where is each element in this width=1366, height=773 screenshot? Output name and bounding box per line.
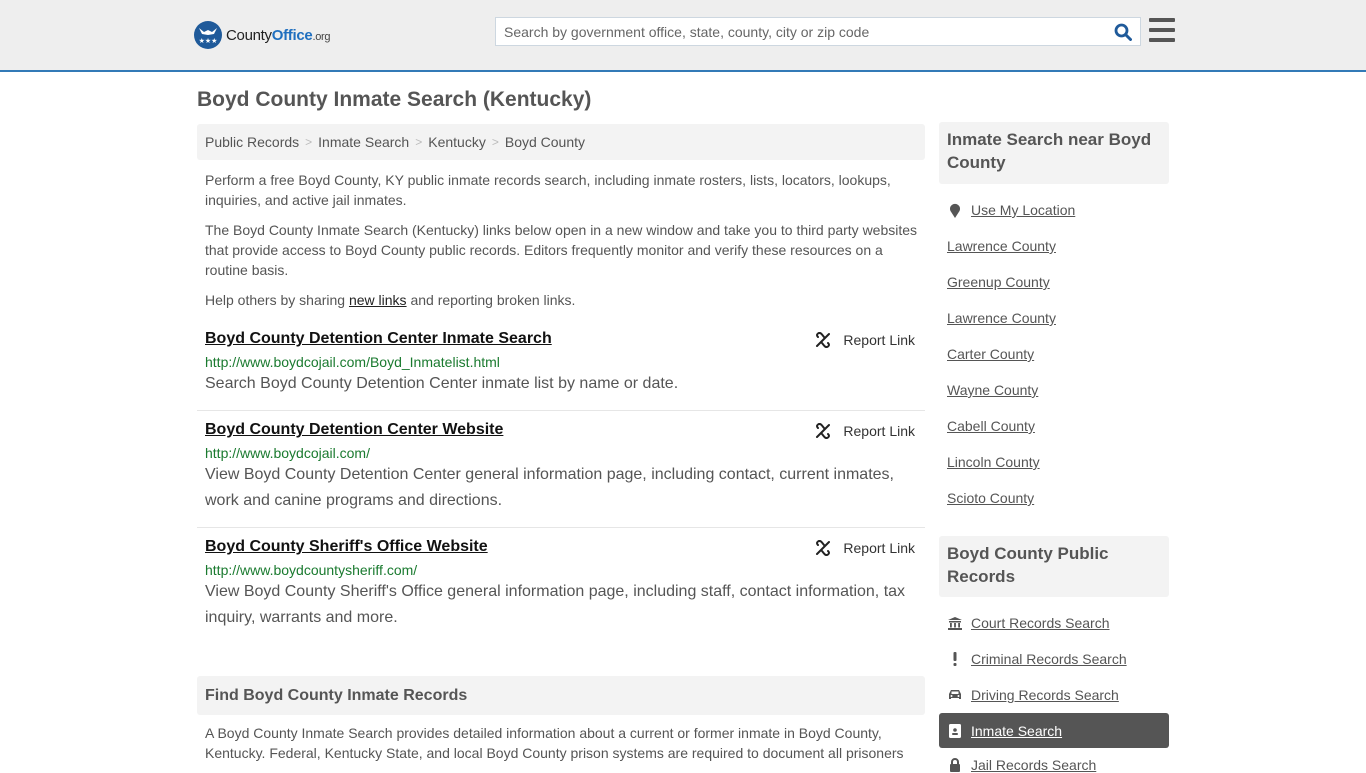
result-title-link[interactable]: Boyd County Sheriff's Office Website [205, 538, 488, 556]
report-link-button[interactable]: Report Link [815, 423, 915, 439]
logo-text: CountyOffice.org [226, 26, 331, 44]
inmate-search-link[interactable]: Inmate Search [947, 723, 1062, 739]
result-description: View Boyd County Detention Center genera… [205, 466, 894, 509]
find-records-text: A Boyd County Inmate Search provides det… [205, 725, 904, 761]
breadcrumb-separator: > [305, 135, 313, 149]
public-records-heading: Boyd County Public Records [939, 536, 1169, 597]
nearby-county-link[interactable]: Wayne County [947, 382, 1038, 398]
search-bar [495, 17, 1141, 46]
nearby-county-link[interactable]: Lincoln County [947, 454, 1040, 470]
nearby-county-link[interactable]: Scioto County [947, 490, 1034, 506]
report-link-label: Report Link [843, 332, 915, 348]
intro-text-span: Help others by sharing [205, 292, 349, 308]
breadcrumb-separator: > [415, 135, 423, 149]
map-pin-icon [947, 203, 963, 218]
nearby-heading: Inmate Search near Boyd County [939, 122, 1169, 184]
hamburger-menu-icon[interactable] [1149, 18, 1175, 42]
result-url: http://www.boydcountysheriff.com/ [205, 562, 418, 578]
jail-records-label: Jail Records Search [971, 757, 1097, 773]
breadcrumb-public-records[interactable]: Public Records [205, 134, 299, 150]
top-header: ★★★ CountyOffice.org [0, 0, 1366, 72]
nearby-county-link[interactable]: Greenup County [947, 274, 1050, 290]
breadcrumb: Public Records > Inmate Search > Kentuck… [197, 124, 925, 160]
inmate-search-label: Inmate Search [971, 723, 1063, 739]
nearby-county-link[interactable]: Carter County [947, 346, 1034, 362]
use-my-location-label: Use My Location [971, 202, 1076, 218]
result-description: Search Boyd County Detention Center inma… [205, 375, 679, 392]
result-title-link[interactable]: Boyd County Detention Center Inmate Sear… [205, 330, 552, 348]
svg-text:★★★: ★★★ [199, 37, 218, 45]
result-url: http://www.boydcojail.com/ [205, 445, 370, 461]
intro-text: Perform a free Boyd County, KY public in… [205, 170, 920, 320]
broken-link-icon [816, 332, 831, 348]
intro-paragraph-3: Help others by sharing new links and rep… [205, 290, 920, 310]
nearby-county-link[interactable]: Cabell County [947, 418, 1035, 434]
breadcrumb-inmate-search[interactable]: Inmate Search [318, 134, 409, 150]
courthouse-icon [947, 616, 963, 630]
result-item: Boyd County Detention Center Inmate Sear… [197, 330, 925, 411]
result-url: http://www.boydcojail.com/Boyd_Inmatelis… [205, 354, 500, 370]
result-item: Boyd County Detention Center Website Rep… [197, 421, 925, 528]
jail-records-link[interactable]: Jail Records Search [947, 757, 1096, 773]
result-title-link[interactable]: Boyd County Detention Center Website [205, 421, 503, 439]
report-link-label: Report Link [843, 540, 915, 556]
use-my-location-link[interactable]: Use My Location [947, 202, 1075, 218]
search-input[interactable] [496, 18, 1106, 45]
court-records-link[interactable]: Court Records Search [947, 615, 1110, 631]
criminal-records-link[interactable]: Criminal Records Search [947, 651, 1127, 667]
exclamation-icon [947, 652, 963, 666]
broken-link-icon [816, 423, 831, 439]
id-badge-icon [947, 724, 963, 738]
broken-link-icon [816, 540, 831, 556]
lock-icon [947, 758, 963, 772]
car-icon [947, 689, 963, 701]
report-link-label: Report Link [843, 423, 915, 439]
breadcrumb-separator: > [491, 135, 499, 149]
new-links-link[interactable]: new links [349, 292, 407, 308]
criminal-records-label: Criminal Records Search [971, 651, 1127, 667]
search-icon [1114, 23, 1132, 41]
page-title: Boyd County Inmate Search (Kentucky) [197, 88, 592, 111]
breadcrumb-boyd-county[interactable]: Boyd County [505, 134, 585, 150]
site-logo[interactable]: ★★★ CountyOffice.org [194, 21, 331, 49]
intro-text-span: and reporting broken links. [406, 292, 576, 308]
nearby-county-link[interactable]: Lawrence County [947, 238, 1056, 254]
intro-paragraph-2: The Boyd County Inmate Search (Kentucky)… [205, 222, 918, 278]
court-records-label: Court Records Search [971, 615, 1110, 631]
report-link-button[interactable]: Report Link [815, 540, 915, 556]
breadcrumb-kentucky[interactable]: Kentucky [428, 134, 486, 150]
intro-paragraph-1: Perform a free Boyd County, KY public in… [205, 172, 891, 208]
result-description: View Boyd County Sheriff's Office genera… [205, 583, 906, 626]
driving-records-link[interactable]: Driving Records Search [947, 687, 1119, 703]
result-item: Boyd County Sheriff's Office Website Rep… [197, 538, 925, 638]
nearby-county-link[interactable]: Lawrence County [947, 310, 1056, 326]
report-link-button[interactable]: Report Link [815, 332, 915, 348]
driving-records-label: Driving Records Search [971, 687, 1119, 703]
search-button[interactable] [1106, 18, 1140, 45]
find-records-heading: Find Boyd County Inmate Records [197, 676, 925, 715]
eagle-logo-icon: ★★★ [194, 21, 222, 49]
